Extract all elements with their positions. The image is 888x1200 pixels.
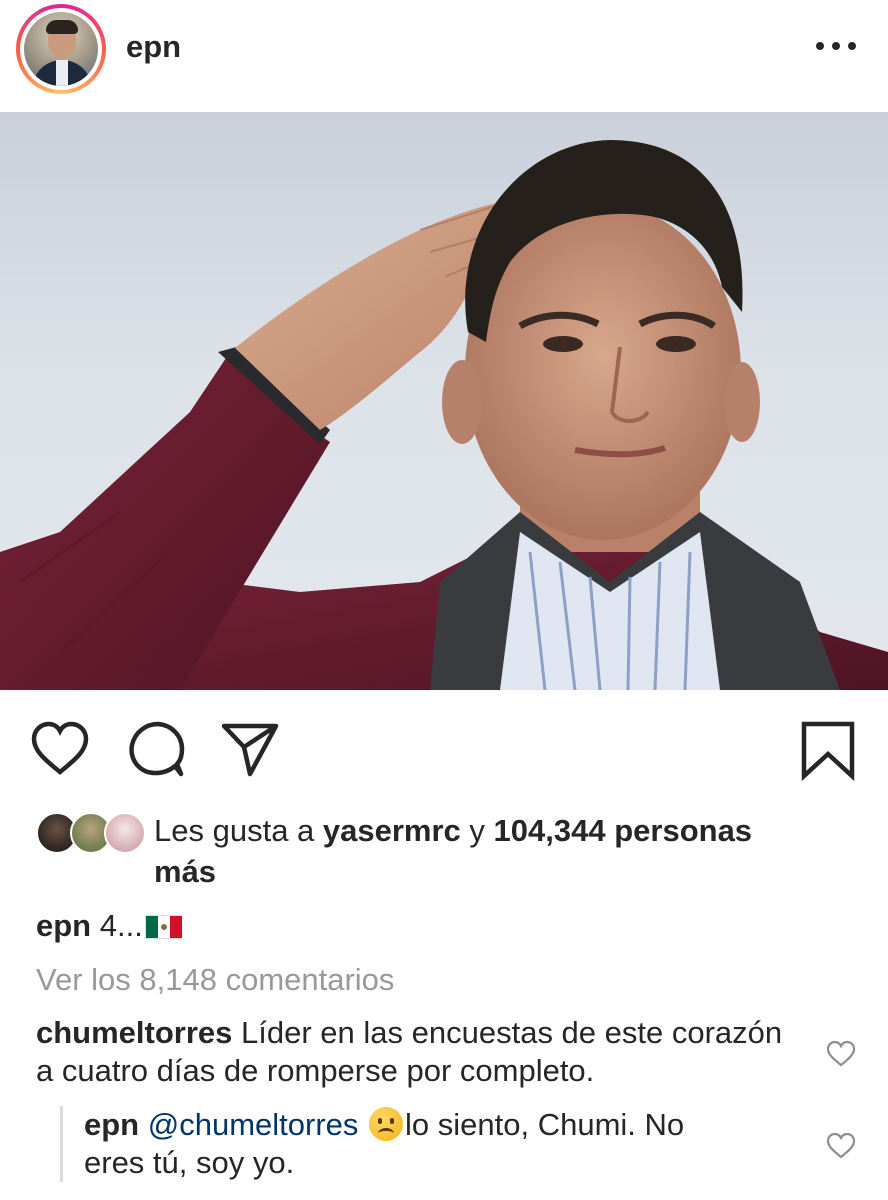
send-icon[interactable] (220, 720, 280, 780)
caption-username[interactable]: epn (36, 908, 91, 943)
reply-username[interactable]: epn (84, 1107, 139, 1142)
likes-text: Les gusta a yasermrc y 104,344 personas m… (154, 813, 753, 889)
profile-avatar[interactable] (16, 4, 106, 94)
action-bar (0, 690, 888, 800)
mexico-flag-icon (144, 915, 182, 939)
bookmark-icon[interactable] (798, 720, 858, 782)
post-photo[interactable] (0, 112, 888, 690)
more-options-icon[interactable] (816, 38, 856, 54)
frowning-face-icon (369, 1107, 404, 1141)
view-all-comments-link[interactable]: Ver los 8,148 comentarios (36, 960, 394, 1000)
heart-icon[interactable] (30, 720, 90, 780)
liker-avatars (36, 812, 146, 856)
reply-thread-line (60, 1106, 63, 1182)
liker-username[interactable]: yasermrc (323, 813, 461, 848)
reply-mention[interactable]: @chumeltorres (148, 1107, 359, 1142)
likes-suffix[interactable]: más (154, 854, 216, 889)
avatar-image (24, 12, 98, 86)
post-username[interactable]: epn (126, 29, 181, 65)
post-caption: epn 4... (36, 906, 182, 946)
salute-photo (0, 140, 888, 690)
post-header: epn (0, 0, 888, 112)
reply-text-line1: lo siento, Chumi. No (405, 1107, 685, 1142)
comment-username[interactable]: chumeltorres (36, 1015, 232, 1050)
reply-like-heart-icon[interactable] (826, 1132, 856, 1160)
comment-icon[interactable] (127, 720, 187, 780)
comment-like-heart-icon[interactable] (826, 1040, 856, 1068)
caption-text[interactable]: 4... (91, 908, 143, 943)
comment: chumeltorres Líder en las encuestas de e… (36, 1014, 806, 1090)
reply-text-line2: eres tú, soy yo. (84, 1145, 295, 1180)
liker-avatar (104, 812, 146, 854)
comment-reply: epn @chumeltorres lo siento, Chumi. No er… (84, 1106, 784, 1182)
likes-count[interactable]: 104,344 personas (494, 813, 753, 848)
